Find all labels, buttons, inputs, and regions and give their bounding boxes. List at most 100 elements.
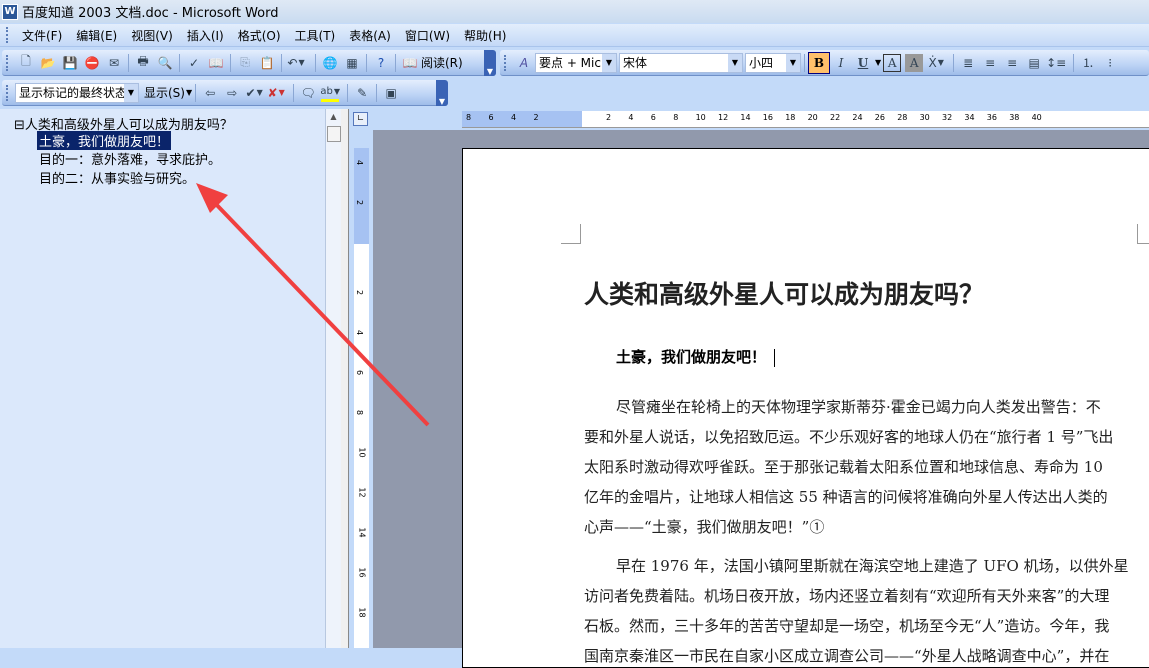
grip-handle[interactable]: [504, 54, 507, 71]
font-size-select[interactable]: 小四 ▼: [745, 52, 801, 73]
ruler-label: 14: [740, 113, 751, 122]
tab-stop-selector[interactable]: ∟: [353, 112, 368, 126]
menu-tools[interactable]: 工具(T): [288, 27, 343, 44]
character-shading-button[interactable]: A: [905, 53, 924, 72]
scroll-up-arrow-icon[interactable]: ▲: [326, 109, 341, 125]
chevron-down-icon[interactable]: ▼: [602, 53, 616, 72]
hyperlink-icon[interactable]: 🌐: [321, 54, 339, 72]
ruler-label: 26: [874, 113, 885, 122]
accept-change-icon[interactable]: ✔ ▼: [245, 84, 263, 102]
formatting-toolbar: A 要点 + Mic ▼ 宋体 ▼ 小四 ▼ B I U ▼ A A Ẋ ▼ ≣ ≡ ≡…: [500, 50, 1149, 76]
grip-handle[interactable]: [6, 27, 9, 43]
research-icon[interactable]: 📖: [207, 54, 225, 72]
bullets-icon[interactable]: ⁝: [1101, 54, 1119, 72]
italic-button[interactable]: I: [832, 54, 850, 72]
print-preview-icon[interactable]: 🔍: [156, 54, 174, 72]
reviewing-pane-icon[interactable]: ▣: [382, 84, 400, 102]
read-button[interactable]: 阅读(R): [421, 54, 463, 71]
ruler-label: 8: [673, 113, 679, 122]
ruler-label: 34: [964, 113, 975, 122]
ruler-label: 6: [355, 369, 365, 376]
menu-format[interactable]: 格式(O): [231, 27, 288, 44]
document-map-scrollbar[interactable]: ▲: [325, 109, 341, 648]
chevron-down-icon[interactable]: ▼: [728, 53, 742, 72]
help-icon[interactable]: ?: [372, 54, 390, 72]
ruler-label: 10: [695, 113, 706, 122]
numbering-icon[interactable]: ⒈: [1079, 54, 1097, 72]
menu-view[interactable]: 视图(V): [124, 27, 180, 44]
line-spacing-icon[interactable]: ↕≡: [1046, 54, 1066, 72]
table-icon[interactable]: ▦: [343, 54, 361, 72]
font-select[interactable]: 宋体 ▼: [619, 52, 743, 73]
grip-handle[interactable]: [6, 84, 9, 101]
spelling-icon[interactable]: ✓: [185, 54, 203, 72]
horizontal-ruler[interactable]: 8 6 4 2 2 4 6 8 10 12 14 16 18 20 22 24 26 28 30 32 34 36 38 40: [462, 111, 1149, 128]
ruler-label: 22: [830, 113, 841, 122]
doc-map-heading-selected[interactable]: 土豪，我们做朋友吧！: [37, 131, 172, 150]
paste-icon[interactable]: 📋: [258, 54, 276, 72]
character-scaling-icon[interactable]: Ẋ ▼: [927, 54, 945, 72]
pane-splitter[interactable]: [341, 109, 349, 648]
paragraph-2: 早在 1976 年，法国小镇阿里斯就在海滨空地上建造了 UFO 机场，以供外星 …: [584, 557, 1129, 665]
ruler-label: 36: [986, 113, 997, 122]
bold-button[interactable]: B: [808, 51, 830, 74]
menu-edit[interactable]: 编辑(E): [69, 27, 124, 44]
print-icon[interactable]: 🖶: [134, 54, 152, 72]
ruler-label: 16: [762, 113, 773, 122]
distributed-icon[interactable]: ▤: [1025, 54, 1043, 72]
align-right-icon[interactable]: ≡: [1003, 54, 1021, 72]
save-icon[interactable]: 💾: [61, 54, 79, 72]
copy-icon[interactable]: ⎘: [236, 54, 254, 72]
ruler-label: 2: [355, 199, 365, 206]
menu-window[interactable]: 窗口(W): [398, 27, 457, 44]
menu-bar: 文件(F) 编辑(E) 视图(V) 插入(I) 格式(O) 工具(T) 表格(A…: [0, 24, 1149, 47]
reject-change-icon[interactable]: ✘ ▼: [267, 84, 285, 102]
ruler-label: 6: [650, 113, 656, 122]
email-icon[interactable]: ✉: [105, 54, 123, 72]
doc-map-heading[interactable]: 目的一：意外落难，寻求庇护。: [39, 149, 221, 168]
ruler-label: 32: [942, 113, 953, 122]
insert-comment-icon[interactable]: 🗨: [299, 84, 317, 102]
style-select[interactable]: 要点 + Mic ▼: [535, 52, 617, 73]
next-change-icon[interactable]: ⇨: [223, 84, 241, 102]
document-subtitle: 土豪，我们做朋友吧！: [616, 346, 776, 367]
word-app-icon[interactable]: W: [2, 3, 18, 20]
character-border-button[interactable]: A: [883, 53, 902, 72]
vertical-ruler[interactable]: 4 2 2 4 6 8 10 12 14 16 18: [354, 148, 369, 648]
menu-help[interactable]: 帮助(H): [457, 27, 513, 44]
align-center-icon[interactable]: ≡: [981, 54, 999, 72]
toolbar-options-chevron[interactable]: ▼: [484, 49, 496, 76]
ruler-label: 18: [785, 113, 796, 122]
doc-map-heading[interactable]: 目的二：从事实验与研究。: [39, 168, 195, 187]
document-page[interactable]: 人类和高级外星人可以成为朋友吗？ 土豪，我们做朋友吧！ 尽管瘫坐在轮椅上的天体物…: [462, 148, 1149, 668]
corner-mark: [561, 224, 581, 244]
ruler-label: 4: [511, 113, 517, 122]
chevron-down-icon[interactable]: ▼: [124, 83, 138, 102]
styles-icon[interactable]: A: [515, 54, 533, 72]
permission-icon[interactable]: ⛔: [83, 54, 101, 72]
grip-handle[interactable]: [6, 54, 9, 71]
read-icon[interactable]: 📖: [401, 54, 419, 72]
document-map-pane: ⊟人类和高级外星人可以成为朋友吗？ 土豪，我们做朋友吧！ 目的一：意外落难，寻求…: [0, 109, 325, 648]
ruler-label: 38: [1009, 113, 1020, 122]
menu-insert[interactable]: 插入(I): [180, 27, 231, 44]
underline-button[interactable]: U: [854, 54, 872, 72]
track-changes-icon[interactable]: ✎: [353, 84, 371, 102]
chevron-down-icon[interactable]: ▼: [786, 53, 800, 72]
toolbar-options-chevron[interactable]: ▼: [436, 79, 448, 106]
previous-change-icon[interactable]: ⇦: [201, 84, 219, 102]
new-document-icon[interactable]: 🗋: [17, 54, 35, 72]
open-folder-icon[interactable]: 📂: [39, 54, 57, 72]
display-for-review-select[interactable]: 显示标记的最终状态 ▼: [15, 82, 139, 103]
ruler-label: 6: [488, 113, 494, 122]
show-menu-button[interactable]: 显示(S): [144, 84, 185, 101]
menu-file[interactable]: 文件(F): [15, 27, 69, 44]
ruler-label: 40: [1031, 113, 1042, 122]
undo-icon[interactable]: ↶ ▼: [287, 54, 305, 72]
ruler-label: 8: [355, 409, 365, 416]
menu-table[interactable]: 表格(A): [342, 27, 398, 44]
ruler-label: 30: [919, 113, 930, 122]
justify-icon[interactable]: ≣: [959, 54, 977, 72]
highlight-icon[interactable]: ab ▼: [320, 84, 340, 102]
scroll-thumb[interactable]: [327, 126, 341, 142]
